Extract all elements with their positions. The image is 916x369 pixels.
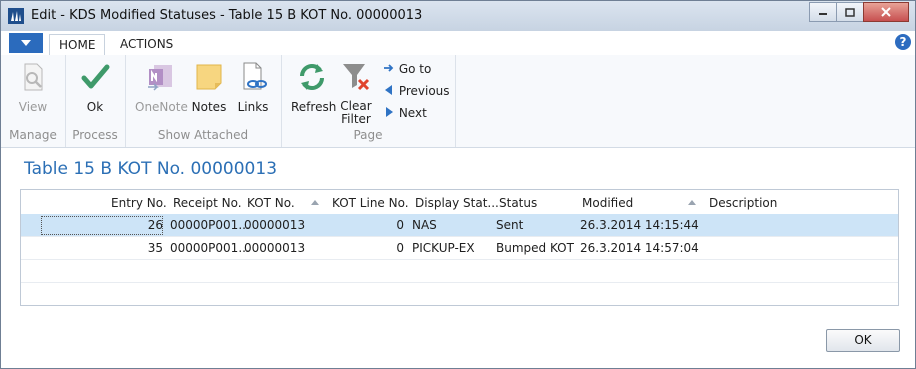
grid-header: Entry No. Receipt No. KOT No. KOT Line N…: [21, 190, 898, 214]
cell-receipt-no: 00000P001...: [170, 218, 250, 232]
cell-status: Bumped KOT: [496, 241, 574, 255]
view-button[interactable]: View: [15, 61, 51, 114]
header-status[interactable]: Status: [499, 196, 537, 210]
ok-button[interactable]: OK: [826, 329, 900, 352]
clear-filter-label-line2: Filter: [341, 112, 371, 126]
app-logo-icon: [8, 8, 24, 24]
cell-entry-no: 26: [147, 218, 163, 232]
cell-display-station: PICKUP-EX: [412, 241, 475, 255]
links-icon: [243, 62, 267, 90]
clear-filter-icon: [343, 64, 370, 91]
triangle-left-icon: [385, 85, 392, 95]
tab-actions[interactable]: ACTIONS: [111, 34, 182, 55]
cell-kot-no: 00000013: [244, 241, 306, 255]
table-row[interactable]: 26 00000P001... 00000013 0 NAS Sent 26.3…: [21, 214, 898, 237]
checkmark-icon: [81, 64, 110, 89]
window-title: Edit - KDS Modified Statuses - Table 15 …: [31, 8, 423, 23]
table-row[interactable]: 35 00000P001... 00000013 0 PICKUP-EX Bum…: [21, 237, 898, 260]
ok-ribbon-label: Ok: [86, 100, 104, 114]
cell-modified: 26.3.2014 14:57:04: [580, 241, 699, 255]
refresh-label: Refresh: [291, 100, 337, 114]
clear-filter-button[interactable]: Clear Filter: [337, 61, 375, 126]
goto-button[interactable]: Go to: [383, 62, 431, 76]
next-button[interactable]: Next: [383, 106, 427, 120]
header-modified[interactable]: Modified: [582, 196, 633, 210]
sort-asc-icon: [311, 200, 319, 205]
chevron-down-icon: [21, 40, 31, 46]
focus-indicator: [41, 216, 163, 235]
group-page: Refresh Clear Filter Go to Previous Next…: [281, 55, 456, 147]
dialog-window: Edit - KDS Modified Statuses - Table 15 …: [0, 0, 916, 369]
app-menu-button[interactable]: [9, 33, 43, 53]
onenote-button[interactable]: OneNote: [135, 61, 188, 114]
notes-button[interactable]: Notes: [191, 61, 227, 114]
maximize-button[interactable]: [836, 2, 864, 22]
next-label: Next: [398, 106, 427, 120]
group-label-show-attached: Show Attached: [157, 128, 249, 142]
close-button[interactable]: [863, 2, 909, 22]
page-title: Table 15 B KOT No. 00000013: [24, 159, 278, 179]
cell-kot-line-no: 0: [396, 241, 404, 255]
refresh-button[interactable]: Refresh: [291, 61, 337, 114]
links-button[interactable]: Links: [235, 61, 271, 114]
tab-home[interactable]: HOME: [49, 34, 106, 57]
previous-label: Previous: [398, 84, 450, 98]
header-display-station[interactable]: Display Stat...: [415, 196, 499, 210]
notes-icon: [196, 64, 222, 90]
group-manage: View Manage: [1, 55, 66, 147]
sort-asc-icon: [688, 200, 696, 205]
empty-row: [21, 283, 898, 305]
refresh-icon: [300, 64, 324, 90]
view-icon: [24, 63, 43, 91]
header-kot-no[interactable]: KOT No.: [247, 196, 295, 210]
maximize-icon: [845, 7, 855, 17]
help-icon[interactable]: ?: [895, 34, 911, 50]
window-controls: [809, 2, 909, 22]
group-process: Ok Process: [65, 55, 126, 147]
empty-row: [21, 260, 898, 283]
ribbon-tabs: HOME ACTIONS ?: [1, 31, 915, 57]
group-label-process: Process: [72, 128, 118, 142]
title-bar: Edit - KDS Modified Statuses - Table 15 …: [1, 1, 915, 31]
cell-entry-no: 35: [147, 241, 163, 255]
notes-label: Notes: [191, 100, 227, 114]
minimize-button[interactable]: [809, 2, 837, 22]
arrow-right-icon: [384, 64, 394, 72]
cell-display-station: NAS: [412, 218, 437, 232]
ok-ribbon-button[interactable]: Ok: [79, 61, 111, 114]
view-label: View: [18, 100, 48, 114]
onenote-icon: [148, 65, 172, 91]
header-description[interactable]: Description: [709, 196, 777, 210]
ribbon: View Manage Ok Process OneNote Notes Lin…: [1, 55, 915, 148]
onenote-label: OneNote: [135, 100, 188, 114]
minimize-icon: [819, 13, 827, 15]
header-receipt-no[interactable]: Receipt No.: [173, 196, 242, 210]
goto-label: Go to: [398, 62, 432, 76]
cell-receipt-no: 00000P001...: [170, 241, 250, 255]
cell-status: Sent: [496, 218, 524, 232]
header-kot-line-no[interactable]: KOT Line No.: [332, 196, 409, 210]
group-show-attached: OneNote Notes Links Show Attached: [125, 55, 282, 147]
triangle-right-icon: [386, 107, 393, 117]
cell-modified: 26.3.2014 14:15:44: [580, 218, 699, 232]
links-label: Links: [237, 100, 269, 114]
group-label-manage: Manage: [9, 128, 57, 142]
header-entry-no[interactable]: Entry No.: [111, 196, 167, 210]
previous-button[interactable]: Previous: [383, 84, 450, 98]
cell-kot-no: 00000013: [244, 218, 306, 232]
group-label-page: Page: [353, 128, 383, 142]
data-grid: Entry No. Receipt No. KOT No. KOT Line N…: [20, 189, 899, 306]
cell-kot-line-no: 0: [396, 218, 404, 232]
close-icon: [881, 7, 891, 17]
